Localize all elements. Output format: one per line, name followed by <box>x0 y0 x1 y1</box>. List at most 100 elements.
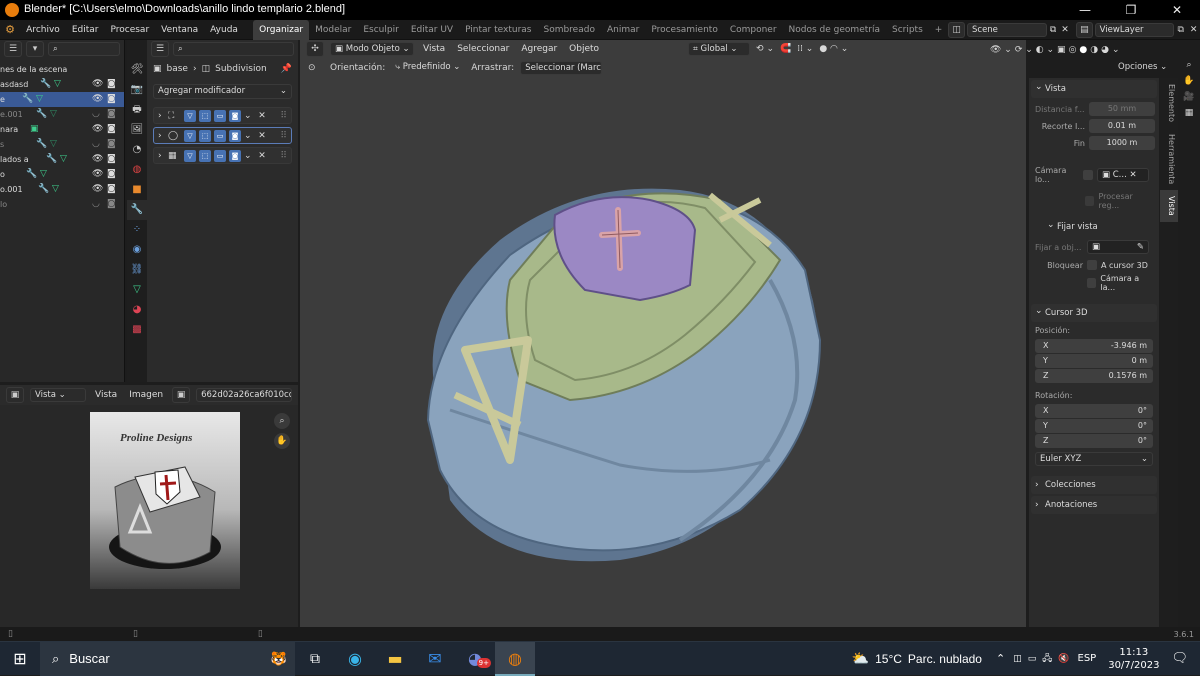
tab-esculpir[interactable]: Esculpir <box>357 20 404 40</box>
pin-icon[interactable]: 📌 <box>281 64 292 74</box>
edit-mode-toggle-icon[interactable]: ▽ <box>184 109 196 122</box>
battery-icon[interactable]: ▭ <box>1028 654 1037 664</box>
pan-hand-icon[interactable]: ✋ <box>274 433 290 449</box>
eye-icon[interactable]: 👁 <box>92 167 103 182</box>
lock-object-field[interactable]: ▣ ✎ <box>1087 240 1149 254</box>
visibility-icon[interactable]: 👁 ⌄ <box>990 45 1012 55</box>
clip-start-field[interactable]: 0.01 m <box>1089 119 1155 133</box>
tab-vista[interactable]: Vista <box>1160 190 1178 223</box>
view-layer-icon[interactable]: ▤ <box>1076 21 1093 38</box>
cursor-x-field[interactable]: X -3.946 m <box>1035 339 1153 353</box>
gizmo-icon[interactable]: ⟳ ⌄ <box>1015 45 1033 55</box>
camera-render-icon[interactable]: ◙ <box>107 182 116 197</box>
eye-hidden-icon[interactable]: ◡ <box>92 197 100 212</box>
modifier-tab-icon[interactable]: 🔧 <box>127 200 147 220</box>
mesh-icon[interactable]: ▽ <box>36 92 43 107</box>
mail-icon[interactable]: ✉ <box>415 642 455 676</box>
view-layer-tab-icon[interactable]: 🖼 <box>127 120 147 140</box>
tab-elemento[interactable]: Elemento <box>1160 78 1178 128</box>
rotation-y-field[interactable]: Y 0° <box>1035 419 1153 433</box>
camera-render-icon[interactable]: ◙ <box>107 152 116 167</box>
image-browse-icon[interactable]: ▣ <box>172 387 191 403</box>
chevron-up-icon[interactable]: ⌃ <box>996 652 1005 665</box>
tab-pintar-texturas[interactable]: Pintar texturas <box>459 20 537 40</box>
menu-vista[interactable]: Vista <box>92 387 120 403</box>
material-shading-icon[interactable]: ◑ <box>1090 45 1098 55</box>
camera-render-icon[interactable]: ◙ <box>107 92 116 107</box>
scene-field[interactable]: Scene <box>967 22 1047 37</box>
camera-render-icon[interactable]: ◙ <box>107 77 116 92</box>
dropdown-icon[interactable]: ⌄ <box>244 111 254 121</box>
output-icon[interactable]: 🖶 <box>127 100 147 120</box>
mesh-icon[interactable]: ▽ <box>60 152 67 167</box>
clip-end-field[interactable]: 1000 m <box>1089 136 1155 150</box>
menu-archivo[interactable]: Archivo <box>20 20 66 40</box>
tab-scripts[interactable]: Scripts <box>886 20 929 40</box>
modifier-row-2[interactable]: › ◯ ▽ ⬚ ▭ ◙ ⌄ ✕ ⠿ <box>153 127 292 144</box>
outliner-row[interactable]: o 🔧 ▽ 👁 ◙ <box>0 167 124 182</box>
drag-handle-icon[interactable]: ⠿ <box>280 131 287 141</box>
constraints-icon[interactable]: ⛓ <box>127 260 147 280</box>
shading-options-icon[interactable]: ⌄ <box>1112 45 1120 55</box>
tab-componer[interactable]: Componer <box>724 20 783 40</box>
camera-to-view-checkbox[interactable] <box>1087 278 1097 288</box>
drag-handle-icon[interactable]: ⠿ <box>280 151 287 161</box>
task-view-icon[interactable]: ⧉ <box>295 642 335 676</box>
overlay-icon[interactable]: ◐ ⌄ <box>1036 45 1054 55</box>
modifier-wrench-icon[interactable]: 🔧 <box>26 167 37 182</box>
view-mode-dropdown[interactable]: Vista ⌄ <box>30 388 86 402</box>
material-icon[interactable]: ◕ <box>127 300 147 320</box>
edit-mode-toggle-icon[interactable]: ▽ <box>184 129 196 142</box>
language-indicator[interactable]: ESP <box>1078 653 1097 664</box>
mesh-icon[interactable]: ▽ <box>50 137 57 152</box>
image-name-field[interactable]: 662d02a26ca6f010cda270 <box>196 388 292 402</box>
mesh-icon[interactable]: ▽ <box>50 107 57 122</box>
render-toggle-icon[interactable]: ◙ <box>229 109 241 122</box>
outliner-row[interactable]: o.001 🔧 ▽ 👁 ◙ <box>0 182 124 197</box>
notifications-icon[interactable]: 🗨 <box>1171 651 1188 666</box>
drag-handle-icon[interactable]: ⠿ <box>280 111 287 121</box>
cage-toggle-icon[interactable]: ⬚ <box>199 149 211 162</box>
editor-type-icon[interactable]: ☰ <box>4 41 22 57</box>
editor-type-icon[interactable]: ☰ <box>151 41 169 57</box>
delete-modifier-icon[interactable]: ✕ <box>256 111 268 121</box>
weather-temp[interactable]: 15°C <box>875 652 902 666</box>
tool-icon[interactable]: 🛠 <box>127 60 147 80</box>
properties-search-input[interactable]: ⌕ <box>173 42 294 56</box>
render-toggle-icon[interactable]: ◙ <box>229 149 241 162</box>
blender-taskbar-icon[interactable]: ◍ <box>495 641 535 676</box>
modifier-row-1[interactable]: › ⛶ ▽ ⬚ ▭ ◙ ⌄ ✕ ⠿ <box>153 107 292 124</box>
eye-icon[interactable]: 👁 <box>92 122 103 137</box>
modifier-wrench-icon[interactable]: 🔧 <box>36 137 47 152</box>
cursor-y-field[interactable]: Y 0 m <box>1035 354 1153 368</box>
cursor-z-field[interactable]: Z 0.1576 m <box>1035 369 1153 383</box>
perspective-icon[interactable]: ▦ <box>1185 108 1194 118</box>
cage-toggle-icon[interactable]: ⬚ <box>199 109 211 122</box>
scene-icon[interactable]: ◫ <box>948 21 965 38</box>
outliner-row[interactable]: asdasd 🔧 ▽ 👁 ◙ <box>0 77 124 92</box>
maximize-button[interactable]: ❐ <box>1108 0 1154 20</box>
add-workspace-button[interactable]: + <box>929 20 949 40</box>
weather-icon[interactable]: ⛅ <box>852 651 869 667</box>
modifier-wrench-icon[interactable]: 🔧 <box>40 77 51 92</box>
delete-modifier-icon[interactable]: ✕ <box>256 131 268 141</box>
mesh-icon[interactable]: ▽ <box>52 182 59 197</box>
options-dropdown[interactable]: Opciones ⌄ <box>1118 60 1176 74</box>
editor-type-icon[interactable]: ▣ <box>6 387 24 403</box>
blender-menu-icon[interactable]: ⚙ <box>0 23 20 36</box>
camera-render-icon[interactable]: ◙ <box>107 107 116 122</box>
data-icon[interactable]: ▽ <box>127 280 147 300</box>
outliner-row[interactable]: lados a 🔧 ▽ 👁 ◙ <box>0 152 124 167</box>
eyedropper-icon[interactable]: ✎ <box>1137 241 1144 253</box>
viewport-toggle-icon[interactable]: ▭ <box>214 129 226 142</box>
outliner-row[interactable]: e 🔧 ▽ 👁 ◙ <box>0 92 124 107</box>
eye-icon[interactable]: 👁 <box>92 182 103 197</box>
focal-length-field[interactable]: 50 mm <box>1089 102 1155 116</box>
viewport-toggle-icon[interactable]: ▭ <box>214 149 226 162</box>
xray-icon[interactable]: ▣ <box>1057 45 1066 55</box>
wireframe-shading-icon[interactable]: ◎ <box>1069 45 1077 55</box>
outliner-row[interactable]: nes de la escena <box>0 62 124 77</box>
panel-cursor-header[interactable]: Cursor 3D <box>1031 302 1157 322</box>
particles-icon[interactable]: ⁘ <box>127 220 147 240</box>
camera-render-icon[interactable]: ◙ <box>107 197 116 212</box>
